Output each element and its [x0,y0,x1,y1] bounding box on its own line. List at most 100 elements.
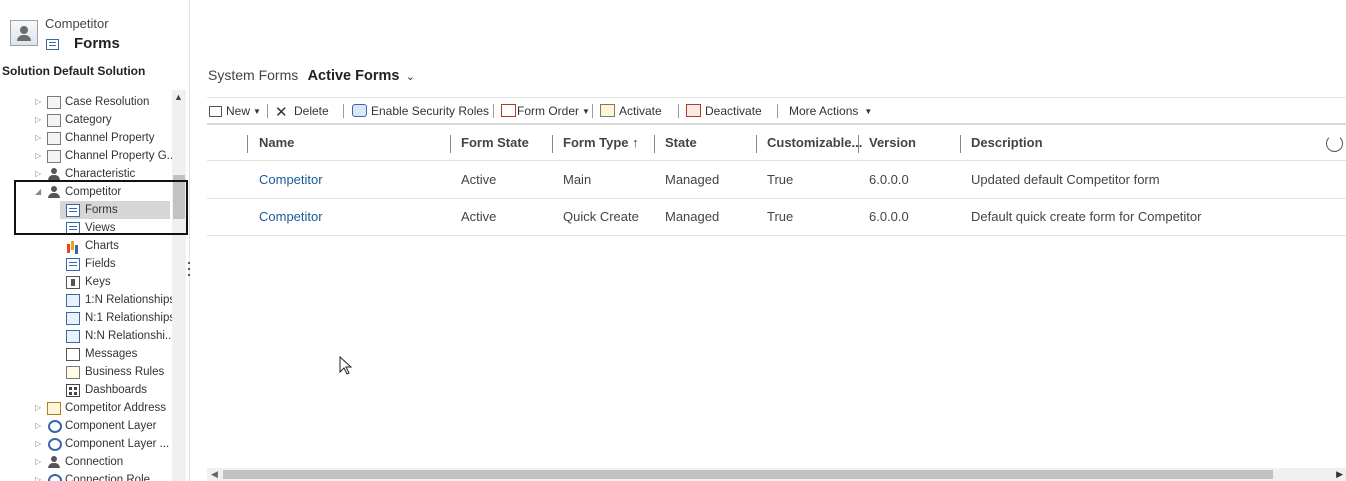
messages-icon [66,348,80,361]
sidebar: Competitor Forms Solution Default Soluti… [0,0,190,481]
expand-arrow-icon[interactable]: ▷ [35,147,43,165]
column-header-name[interactable]: Name [259,125,294,161]
cell-form-type: Main [563,172,592,187]
caret-down-icon: ▼ [582,107,590,116]
column-header-customizable[interactable]: Customizable... [767,125,862,161]
selection-highlight-box [14,180,188,235]
deactivate-button[interactable]: Deactivate [686,102,762,120]
channel-property-group-icon [47,150,61,163]
form-name-link[interactable]: Competitor [259,199,323,235]
activate-icon [600,104,615,117]
expand-arrow-icon[interactable]: ▷ [35,111,43,129]
tree-item-label: Dashboards [85,384,148,396]
cell-version: 6.0.0.0 [869,209,909,224]
tree-item-label: Component Layer ... [65,438,170,450]
delete-button[interactable]: ✕ Delete [275,102,329,120]
table-row[interactable]: Competitor Active Quick Create Managed T… [207,199,1346,236]
horizontal-scrollbar-thumb[interactable] [223,470,1273,479]
security-roles-icon [352,104,367,117]
cell-state: Managed [665,209,720,224]
caret-down-icon: ▼ [253,107,261,116]
activate-button[interactable]: Activate [600,102,662,120]
chevron-down-icon[interactable]: ⌄ [406,71,415,83]
category-icon [47,114,61,127]
form-order-button[interactable]: Form Order ▼ [501,102,590,120]
column-header-state[interactable]: State [665,125,697,161]
activate-label: Activate [619,104,662,118]
form-order-icon [501,104,516,117]
solution-tree: ▷ Case Resolution ▷ Category ▷ Channel P… [0,84,172,481]
column-separator[interactable] [450,135,451,153]
tree-item-label: Category [65,114,112,126]
competitor-entity-icon [10,20,38,46]
delete-x-icon: ✕ [275,104,288,121]
component-layer-icon [48,420,62,433]
new-record-icon [209,106,222,117]
horizontal-scrollbar[interactable]: ◀ ▶ [207,468,1346,481]
expand-arrow-icon[interactable]: ▷ [35,471,43,481]
column-header-form-state[interactable]: Form State [461,125,529,161]
tree-item-label: N:1 Relationships [85,312,172,324]
expand-arrow-icon[interactable]: ▷ [35,417,43,435]
column-separator[interactable] [858,135,859,153]
scroll-left-arrow-icon[interactable]: ◀ [211,468,218,481]
scroll-right-arrow-icon[interactable]: ▶ [1336,468,1343,481]
tree-item-label: Connection Role [65,474,151,481]
cell-description: Default quick create form for Competitor [971,209,1202,224]
column-separator[interactable] [960,135,961,153]
command-separator [493,104,494,118]
column-separator[interactable] [552,135,553,153]
competitor-address-icon [47,402,61,415]
enable-security-roles-button[interactable]: Enable Security Roles [352,102,489,120]
tree-item-label: Charts [85,240,119,252]
many-to-one-relationship-icon [66,312,80,325]
caret-down-icon: ▼ [864,107,873,116]
channel-property-icon [47,132,61,145]
command-separator [678,104,679,118]
delete-button-label: Delete [294,104,329,118]
new-button[interactable]: New ▼ [209,102,261,120]
business-rules-icon [66,366,80,379]
table-row[interactable]: Competitor Active Main Managed True 6.0.… [207,162,1346,199]
case-resolution-icon [47,96,61,109]
view-selector[interactable]: Active Forms [308,68,400,84]
refresh-icon[interactable] [1326,135,1343,152]
form-name-link[interactable]: Competitor [259,162,323,198]
command-bar: New ▼ ✕ Delete Enable Security Roles Form … [207,97,1346,122]
column-separator[interactable] [756,135,757,153]
scroll-up-arrow-icon[interactable]: ▲ [174,92,183,102]
expand-arrow-icon[interactable]: ▷ [35,93,43,111]
column-separator[interactable] [247,135,248,153]
expand-arrow-icon[interactable]: ▷ [35,399,43,417]
cell-form-state: Active [461,172,497,187]
column-separator[interactable] [654,135,655,153]
expand-arrow-icon[interactable]: ▷ [35,129,43,147]
pane-splitter-handle[interactable] [188,262,191,282]
tree-scrollbar[interactable] [172,90,186,481]
component-layer-data-icon [48,438,62,451]
command-separator [592,104,593,118]
connection-role-icon [48,474,62,481]
tree-item-label: 1:N Relationships [85,294,172,306]
new-button-label: New [226,104,251,118]
column-header-form-type[interactable]: Form Type ↑ [563,125,639,161]
expand-arrow-icon[interactable]: ▷ [35,435,43,453]
entity-page-title: Forms [74,35,120,52]
more-actions-button[interactable]: More Actions ▼ [789,102,872,120]
tree-item-label: Component Layer [65,420,157,432]
cell-form-type: Quick Create [563,209,639,224]
deactivate-icon [686,104,701,117]
tree-item-label: Channel Property G... [65,150,172,162]
column-header-version[interactable]: Version [869,125,916,161]
enable-security-roles-label: Enable Security Roles [371,104,490,118]
cell-customizable: True [767,172,794,187]
tree-item-label: Messages [85,348,138,360]
expand-arrow-icon[interactable]: ▷ [35,453,43,471]
column-header-description[interactable]: Description [971,125,1043,161]
cell-description: Updated default Competitor form [971,172,1160,187]
cell-version: 6.0.0.0 [869,172,909,187]
tree-item-label: Business Rules [85,366,165,378]
main-content: System Forms Active Forms ⌄ New ▼ ✕ Delete… [207,0,1346,481]
keys-icon [66,276,80,289]
command-separator [343,104,344,118]
